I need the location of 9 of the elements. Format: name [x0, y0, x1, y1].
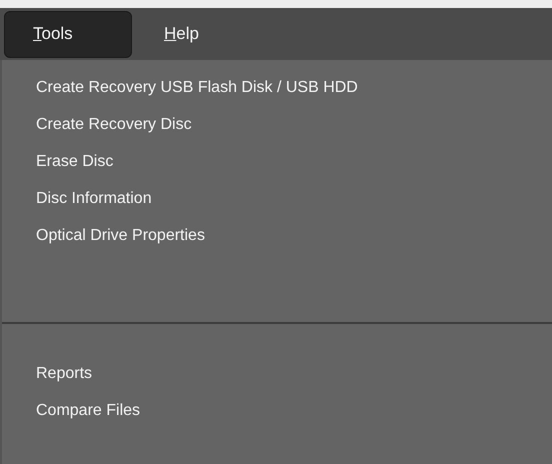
menu-tab[interactable]: Help [136, 10, 264, 58]
menu-item[interactable]: Create Recovery Disc [2, 106, 200, 143]
menu-item[interactable]: Disc Information [2, 180, 160, 217]
menu-item[interactable]: Erase Disc [2, 143, 122, 180]
menu-item[interactable]: Reports [2, 355, 100, 392]
menu-item[interactable]: Optical Drive Properties [2, 217, 213, 254]
menu-item[interactable]: Compare Files [2, 392, 148, 429]
menu-tab[interactable]: Tools [4, 10, 132, 58]
menu-item[interactable]: Create Recovery USB Flash Disk / USB HDD [2, 69, 366, 106]
